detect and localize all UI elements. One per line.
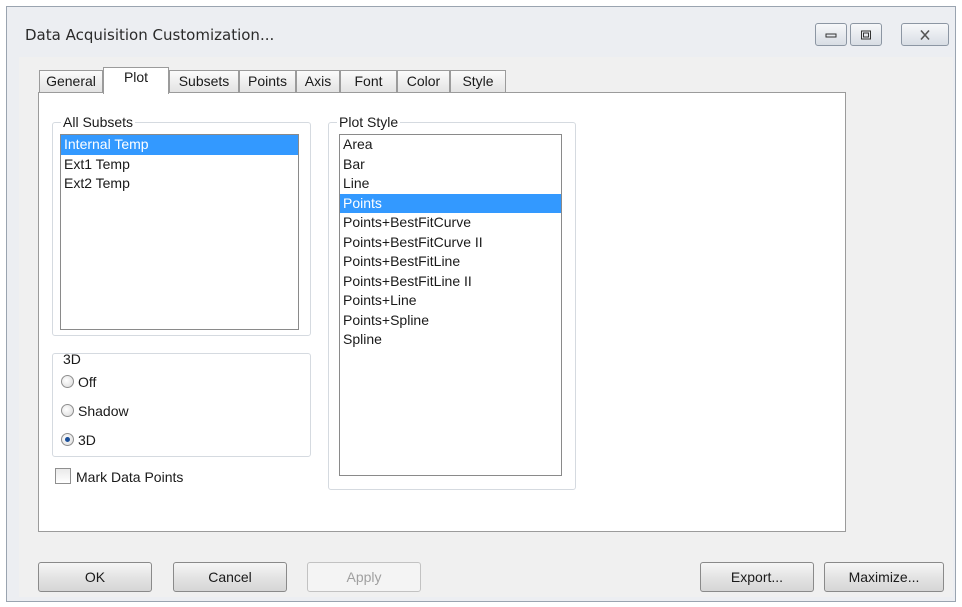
all-subsets-group: All Subsets Internal Temp Ext1 Temp Ext2…	[52, 114, 311, 336]
dialog-window: Data Acquisition Customization... Genera…	[6, 6, 956, 602]
plot-style-list[interactable]: Area Bar Line Points Points+BestFitCurve…	[339, 134, 562, 476]
radio-selected-dot	[65, 437, 70, 442]
list-item[interactable]: Spline	[340, 330, 561, 350]
tab-subsets[interactable]: Subsets	[169, 70, 239, 92]
maximize-icon	[861, 30, 871, 39]
3d-group-label: 3D	[63, 351, 81, 367]
tab-plot[interactable]: Plot	[103, 67, 169, 94]
radio-button[interactable]	[61, 404, 74, 417]
dialog-client-area: General Plot Subsets Points Axis Font Co…	[19, 57, 953, 597]
maximize-window-button[interactable]	[850, 23, 882, 46]
minimize-icon	[825, 33, 837, 37]
cancel-button[interactable]: Cancel	[173, 562, 287, 592]
list-item[interactable]: Points+BestFitLine II	[340, 272, 561, 292]
list-item[interactable]: Points+BestFitCurve II	[340, 233, 561, 253]
radio-label: 3D	[78, 432, 96, 448]
tab-points[interactable]: Points	[239, 70, 296, 92]
list-item[interactable]: Points+BestFitCurve	[340, 213, 561, 233]
radio-label: Shadow	[78, 403, 129, 419]
list-item[interactable]: Points+Line	[340, 291, 561, 311]
list-item[interactable]: Line	[340, 174, 561, 194]
list-item[interactable]: Points	[340, 193, 561, 213]
maximize-button[interactable]: Maximize...	[824, 562, 944, 592]
ok-button[interactable]: OK	[38, 562, 152, 592]
radio-label: Off	[78, 374, 97, 390]
plot-style-label: Plot Style	[337, 114, 401, 130]
title-bar[interactable]: Data Acquisition Customization...	[7, 7, 955, 59]
list-item[interactable]: Area	[340, 135, 561, 155]
list-item[interactable]: Bar	[340, 155, 561, 175]
3d-group: 3D Off Shadow 3D	[52, 351, 311, 457]
radio-button[interactable]	[61, 375, 74, 388]
list-item[interactable]: Points+BestFitLine	[340, 252, 561, 272]
list-item[interactable]: Internal Temp	[61, 135, 298, 155]
list-item[interactable]: Ext2 Temp	[61, 174, 298, 194]
minimize-button[interactable]	[815, 23, 847, 46]
tab-style[interactable]: Style	[450, 70, 506, 92]
plot-tab-panel: All Subsets Internal Temp Ext1 Temp Ext2…	[38, 92, 846, 532]
all-subsets-list[interactable]: Internal Temp Ext1 Temp Ext2 Temp	[60, 134, 299, 330]
close-button[interactable]	[901, 23, 949, 46]
radio-button[interactable]	[61, 433, 74, 446]
list-item[interactable]: Points+Spline	[340, 311, 561, 331]
plot-style-group: Plot Style Area Bar Line Points Points+B…	[328, 114, 576, 490]
export-button[interactable]: Export...	[700, 562, 814, 592]
tab-axis[interactable]: Axis	[296, 70, 340, 92]
apply-button[interactable]: Apply	[307, 562, 421, 592]
tab-general[interactable]: General	[39, 70, 103, 92]
mark-data-points-checkbox[interactable]	[55, 468, 71, 484]
window-title: Data Acquisition Customization...	[25, 26, 275, 44]
tab-color[interactable]: Color	[397, 70, 450, 92]
list-item[interactable]: Ext1 Temp	[61, 155, 298, 175]
close-icon	[920, 29, 930, 40]
tab-font[interactable]: Font	[340, 70, 397, 92]
all-subsets-label: All Subsets	[61, 114, 136, 130]
mark-data-points-label: Mark Data Points	[76, 469, 184, 485]
